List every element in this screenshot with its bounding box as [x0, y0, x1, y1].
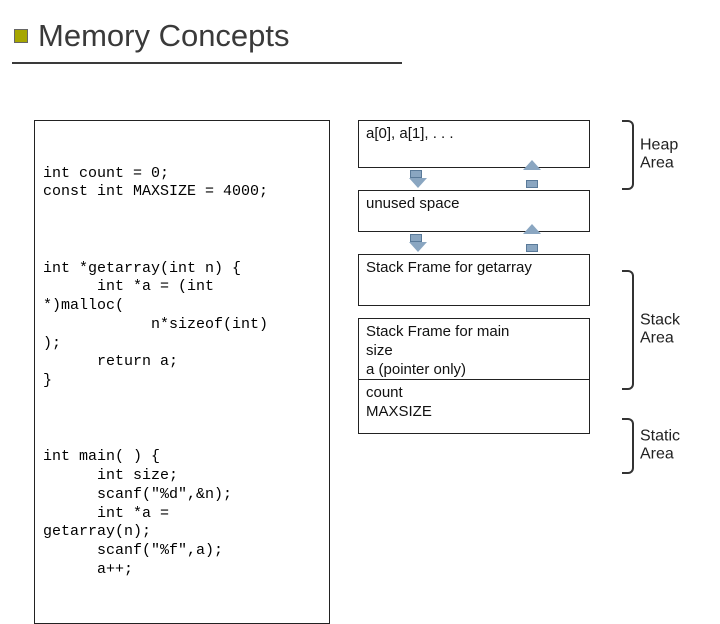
code-column: int count = 0; const int MAXSIZE = 4000;… — [34, 120, 330, 624]
title-row: Memory Concepts — [0, 0, 720, 54]
memory-column: a[0], a[1], . . . unused space Stack Fra… — [358, 120, 590, 434]
brace-icon — [622, 120, 634, 190]
title-underline — [12, 62, 402, 64]
brace-icon — [622, 418, 634, 474]
code-line: const int MAXSIZE = 4000; — [43, 183, 268, 200]
static-box: count MAXSIZE — [358, 380, 590, 434]
code-line: int *getarray(int n) { — [43, 260, 241, 277]
gap-arrows — [358, 232, 590, 254]
code-line: int *a = — [43, 505, 169, 522]
heap-stack-gap — [358, 168, 590, 190]
code-line: a++; — [43, 561, 133, 578]
heap-label-line: Heap — [640, 137, 678, 155]
code-line: n*sizeof(int) — [43, 316, 268, 333]
brace-icon — [622, 270, 634, 390]
code-line: ); — [43, 335, 61, 352]
code-line: getarray(n); — [43, 523, 151, 540]
stack-frame-getarray-box: Stack Frame for getarray — [358, 254, 590, 306]
heap-box: a[0], a[1], . . . — [358, 120, 590, 168]
spacer — [358, 306, 590, 318]
code-block-main: int main( ) { int size; scanf("%d",&n); … — [43, 448, 321, 579]
code-line: *)malloc( — [43, 297, 124, 314]
code-line: scanf("%d",&n); — [43, 486, 232, 503]
code-line: int main( ) { — [43, 448, 160, 465]
code-line: int count = 0; — [43, 165, 169, 182]
code-line: int *a = (int — [43, 278, 214, 295]
arrow-down-icon — [409, 234, 423, 252]
stack-frame-main-line: Stack Frame for main — [366, 323, 582, 342]
code-line: scanf("%f",a); — [43, 542, 223, 559]
page-title: Memory Concepts — [38, 18, 290, 54]
gap-arrows — [358, 168, 590, 190]
stack-label: Stack Area — [640, 312, 680, 349]
static-line: MAXSIZE — [366, 403, 582, 422]
stack-label-line: Area — [640, 330, 680, 348]
arrow-up-icon — [525, 170, 539, 188]
code-block-globals: int count = 0; const int MAXSIZE = 4000; — [43, 165, 321, 203]
heap-items: a[0], a[1], . . . — [366, 125, 454, 142]
stack-frame-main-box: Stack Frame for main size a (pointer onl… — [358, 318, 590, 380]
unused-box: unused space — [358, 190, 590, 232]
heap-label-line: Area — [640, 155, 678, 173]
code-line: int size; — [43, 467, 178, 484]
static-label: Static Area — [640, 428, 680, 465]
static-label-line: Static — [640, 428, 680, 446]
content-area: int count = 0; const int MAXSIZE = 4000;… — [34, 120, 590, 624]
stack-brace-group: Stack Area — [622, 270, 702, 390]
unused-label: unused space — [366, 195, 459, 212]
stack-frame-getarray-label: Stack Frame for getarray — [366, 259, 532, 276]
arrow-up-icon — [525, 234, 539, 252]
code-line: return a; — [43, 353, 178, 370]
code-block-getarray: int *getarray(int n) { int *a = (int *)m… — [43, 260, 321, 391]
unused-stack-gap — [358, 232, 590, 254]
stack-label-line: Stack — [640, 312, 680, 330]
static-label-line: Area — [640, 446, 680, 464]
static-brace-group: Static Area — [622, 418, 702, 474]
static-line: count — [366, 384, 582, 403]
arrow-down-icon — [409, 170, 423, 188]
stack-frame-main-line: a (pointer only) — [366, 361, 582, 380]
stack-frame-main-line: size — [366, 342, 582, 361]
title-bullet-icon — [14, 29, 28, 43]
code-line: } — [43, 372, 52, 389]
heap-label: Heap Area — [640, 137, 678, 174]
heap-brace-group: Heap Area — [622, 120, 702, 190]
